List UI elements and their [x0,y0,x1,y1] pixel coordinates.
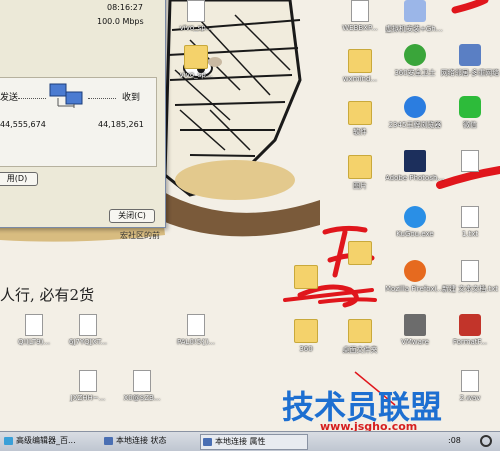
text-file-icon [461,260,479,282]
desktop-partial-label: 宏社区的前 [120,231,160,240]
folder-icon [184,45,208,69]
text-file-icon [461,206,479,228]
file-icon [187,0,205,22]
folder-icon [348,101,372,125]
desktop-icon-network[interactable]: 网络邻居-多重网络 [440,44,500,104]
png-file-icon [25,314,43,336]
search-icon[interactable] [480,435,492,447]
taskbar-item-connection-properties[interactable]: 本地连接 属性 [200,434,308,450]
desktop-icon-vivo-mid[interactable]: vivo_sp... [166,40,226,100]
taskbar-item-connection-status[interactable]: 本地连接 状态 [102,434,208,448]
sent-bytes: 44,555,674 [0,120,46,129]
folder-icon [348,49,372,73]
firefox-icon [404,260,426,282]
desktop-icon-png-5[interactable]: X0@$ZB... [112,370,172,430]
png-file-icon [79,370,97,392]
folder-icon [294,319,318,343]
taskbar-clock[interactable]: :08 [448,434,472,448]
taskbar: 高级编辑器_百... 本地连接 状态 本地连接 属性 :08 [0,431,500,451]
png-file-icon [133,370,151,392]
desktop-wallpaper: 08:16:27 100.0 Mbps 发送 收到 44,555,674 44,… [0,0,500,450]
desktop-icon-1-txt[interactable]: 1.txt [440,206,500,266]
vmware-icon [404,314,426,336]
kugou-icon [404,206,426,228]
desktop-icon-png-2[interactable]: 6J7YQ[XT... [58,314,118,374]
png-file-icon [187,314,205,336]
speed-value: 100.0 Mbps [97,17,144,26]
network-icon [104,437,113,445]
wav-file-icon [461,370,479,392]
disable-button[interactable]: 用(D) [0,172,38,186]
received-label: 收到 [122,93,141,103]
ie-browser-icon [404,96,426,118]
desktop-icon-new-txt[interactable]: 新建 文本文档.txt [440,260,500,320]
format-factory-icon [459,314,481,336]
desktop-icon-png-4[interactable]: JXZHH~... [58,370,118,430]
editor-icon [4,437,13,445]
taskbar-item-editor[interactable]: 高级编辑器_百... [2,434,111,448]
desktop-icon-360-guard[interactable]: 360安全卫士 [385,44,445,104]
sent-label: 发送 [0,93,19,103]
desktop-icon-png-3[interactable]: PAL0!5{)... [166,314,226,374]
desktop-icon-png-1[interactable]: Q!(LT9)... [4,314,64,374]
file-icon [351,0,369,22]
activity-panel: 发送 收到 44,555,674 44,185,261 用(D) [0,77,157,186]
document-icon [461,150,479,172]
desktop-icon-firefox[interactable]: Mozilla Firefox(火... [385,260,445,320]
duration-value: 08:16:27 [107,3,143,12]
close-button[interactable]: 关闭(C) [109,209,155,223]
shield-icon [404,44,426,66]
desktop-icon-folder-b[interactable] [330,236,390,296]
desktop-icon-wxmind[interactable]: wxmind... [330,44,390,104]
desktop-icon-desktop-folder[interactable]: 桌面文件夹 [330,314,390,374]
desktop-icon-software[interactable]: 软件 [330,96,390,156]
desktop-icon-kugou[interactable]: KuGou.exe [385,206,445,266]
folder-icon [348,241,372,265]
png-file-icon [79,314,97,336]
desktop-icon-2345-browser[interactable]: 2345王牌浏览器 [385,96,445,156]
desktop-icon-photoshop[interactable]: Adobe Photoshop [385,150,445,210]
folder-icon [348,319,372,343]
folder-icon [294,265,318,289]
wallpaper-slogan: 人行, 必有2货 [0,286,95,304]
photoshop-icon [404,150,426,172]
desktop-icon-folder-360-b[interactable]: 360 [276,314,336,374]
network-icon [459,44,481,66]
desktop-icon-vmware[interactable]: VMware [385,314,445,374]
wechat-icon [459,96,481,118]
network-icon [203,438,212,446]
disk-icon [404,0,426,22]
connection-status-dialog: 08:16:27 100.0 Mbps 发送 收到 44,555,674 44,… [0,0,166,228]
network-computers-icon [49,83,83,108]
desktop-icon-wechat[interactable]: 微信 [440,96,500,156]
desktop-icon-folder-360[interactable] [276,260,336,320]
desktop-icon-pictures[interactable]: 图片 [330,150,390,210]
desktop-icon-document[interactable] [440,150,500,210]
folder-icon [348,155,372,179]
desktop-icon-wav[interactable]: 2.wav [440,370,500,430]
received-bytes: 44,185,261 [98,120,144,129]
desktop-icon-format-factory[interactable]: FormatF... [440,314,500,374]
